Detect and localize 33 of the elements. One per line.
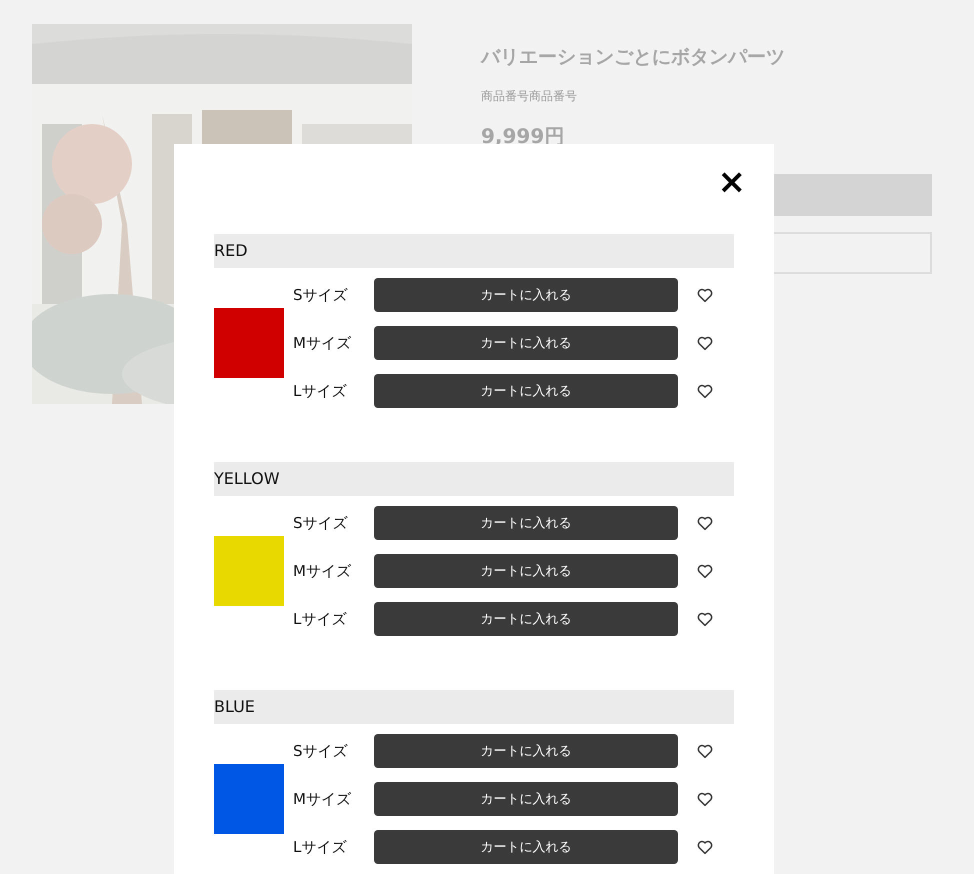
heart-icon[interactable] (696, 610, 714, 628)
add-to-cart-button[interactable]: カートに入れる (374, 506, 678, 540)
size-label: Mサイズ (293, 334, 352, 352)
add-to-cart-button[interactable]: カートに入れる (374, 830, 678, 864)
size-label: Sサイズ (293, 286, 349, 304)
size-label: Sサイズ (293, 742, 349, 760)
variation-header: RED (214, 234, 734, 268)
heart-icon[interactable] (696, 514, 714, 532)
size-label: Mサイズ (293, 562, 352, 580)
heart-icon[interactable] (696, 382, 714, 400)
size-label: Mサイズ (293, 790, 352, 808)
heart-icon[interactable] (696, 790, 714, 808)
product-title: バリエーションごとにボタンパーツ (481, 45, 786, 70)
add-to-cart-button[interactable]: カートに入れる (374, 734, 678, 768)
heart-icon[interactable] (696, 286, 714, 304)
variation-header: YELLOW (214, 462, 734, 496)
size-label: Sサイズ (293, 514, 349, 532)
size-label: Lサイズ (293, 838, 348, 856)
add-to-cart-button[interactable]: カートに入れる (374, 278, 678, 312)
add-to-cart-button[interactable]: カートに入れる (374, 326, 678, 360)
add-to-cart-button[interactable]: カートに入れる (374, 602, 678, 636)
size-label: Lサイズ (293, 382, 348, 400)
add-to-cart-button[interactable]: カートに入れる (374, 782, 678, 816)
add-to-cart-button[interactable]: カートに入れる (374, 374, 678, 408)
heart-icon[interactable] (696, 562, 714, 580)
heart-icon[interactable] (696, 838, 714, 856)
size-label: Lサイズ (293, 610, 348, 628)
close-button[interactable]: × (718, 166, 746, 198)
product-number: 商品番号商品番号 (481, 88, 578, 105)
add-to-cart-button[interactable]: カートに入れる (374, 554, 678, 588)
heart-icon[interactable] (696, 742, 714, 760)
heart-icon[interactable] (696, 334, 714, 352)
variation-header: BLUE (214, 690, 734, 724)
